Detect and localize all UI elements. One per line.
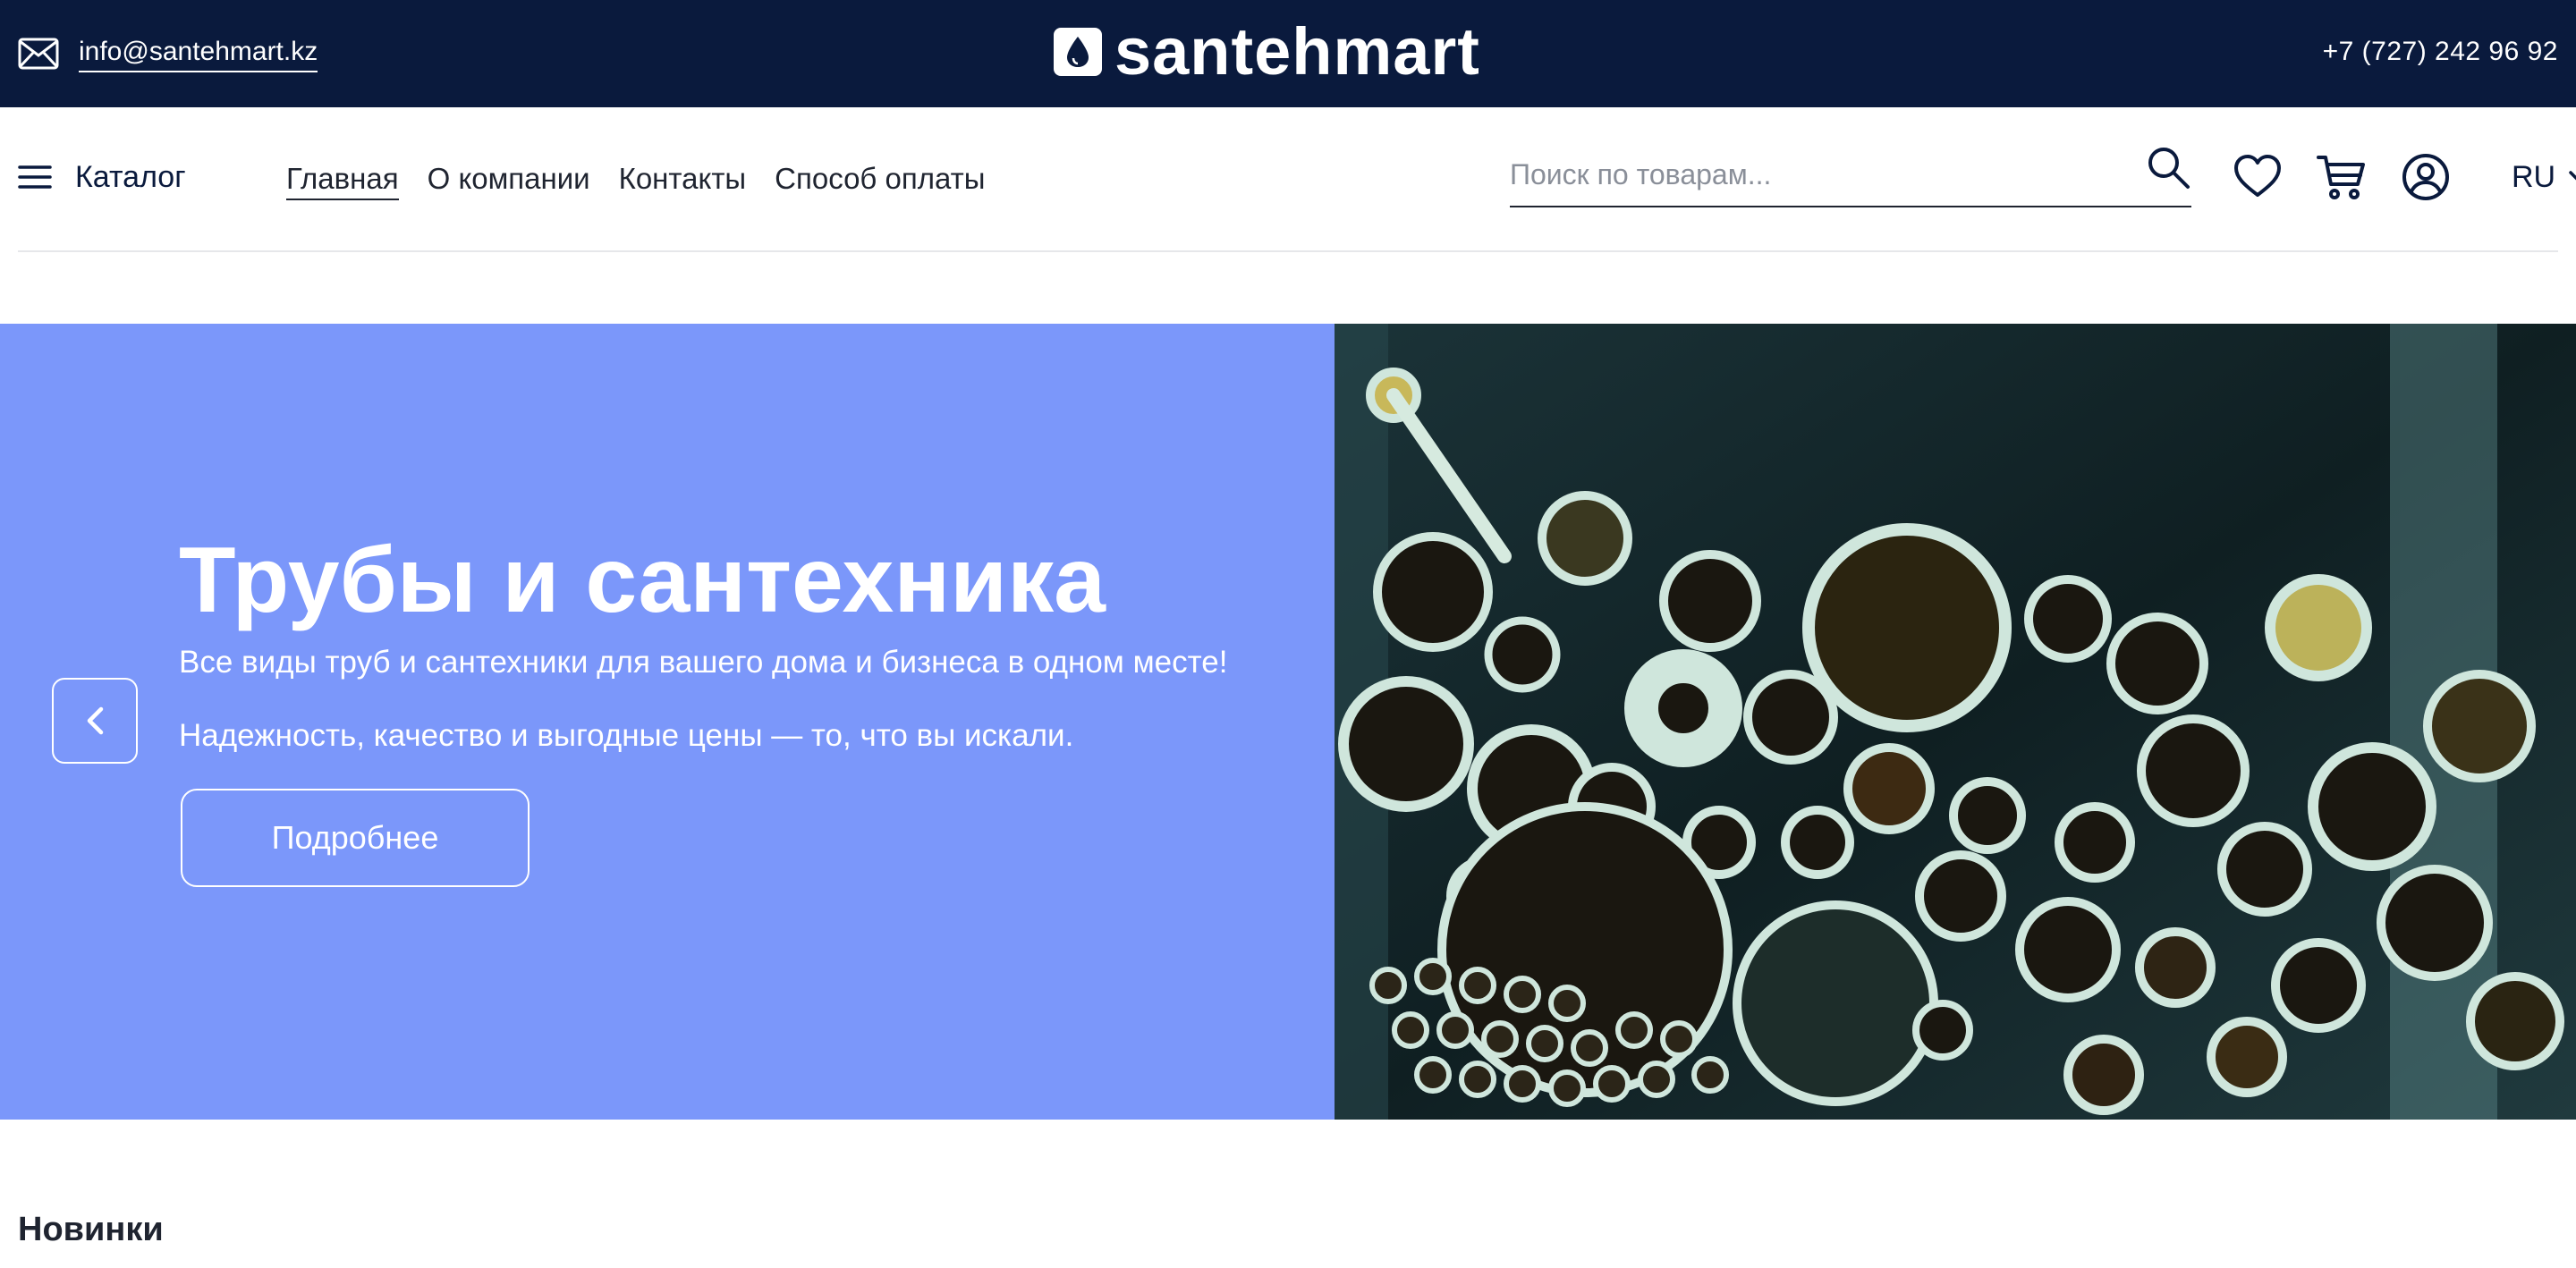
email-link[interactable]: info@santehmart.kz (18, 34, 318, 72)
nav-link-contacts[interactable]: Контакты (619, 159, 747, 200)
chevron-down-icon (2569, 171, 2576, 181)
top-bar: info@santehmart.kz santehmart +7 (727) 2… (0, 0, 2576, 107)
catalog-label: Каталог (75, 160, 186, 194)
main-nav: Каталог Главная О компании Контакты Спос… (0, 107, 2576, 252)
more-button[interactable]: Подробнее (181, 789, 530, 887)
nav-links: Главная О компании Контакты Способ оплат… (286, 159, 985, 200)
drop-logo-icon (1054, 28, 1102, 76)
nav-link-home[interactable]: Главная (286, 159, 399, 200)
phone-number[interactable]: +7 (727) 242 96 92 (2323, 34, 2558, 70)
mail-icon (18, 38, 59, 69)
pipes-photo (1335, 324, 2576, 1120)
search-icon[interactable] (2145, 144, 2191, 190)
user-actions: RU (2233, 152, 2576, 202)
hero-text-panel: Трубы и сантехника Все виды труб и санте… (0, 324, 1335, 1120)
nav-link-about[interactable]: О компании (428, 159, 590, 200)
user-icon[interactable] (2401, 152, 2451, 202)
language-label: RU (2512, 159, 2556, 194)
cart-icon[interactable] (2317, 152, 2367, 202)
search-bar (1510, 143, 2191, 207)
hero-title: Трубы и сантехника (179, 528, 1106, 632)
hero-banner: Трубы и сантехника Все виды труб и санте… (0, 324, 2576, 1120)
hero-image (1335, 324, 2576, 1120)
email-text: info@santehmart.kz (79, 34, 318, 72)
nav-divider (18, 250, 2558, 252)
search-input[interactable] (1510, 148, 2145, 201)
catalog-button[interactable]: Каталог (18, 157, 186, 197)
language-selector[interactable]: RU (2512, 160, 2576, 195)
chevron-left-icon (87, 706, 104, 735)
logo-text: santehmart (1114, 14, 1480, 89)
heart-icon[interactable] (2233, 152, 2283, 202)
nav-link-payment[interactable]: Способ оплаты (775, 159, 985, 200)
site-logo[interactable]: santehmart (1054, 16, 1480, 88)
hero-description: Все виды труб и сантехники для вашего до… (179, 645, 1228, 753)
slider-prev-button[interactable] (52, 678, 138, 764)
new-arrivals-heading: Новинки (18, 1211, 164, 1248)
hamburger-icon (18, 165, 52, 189)
